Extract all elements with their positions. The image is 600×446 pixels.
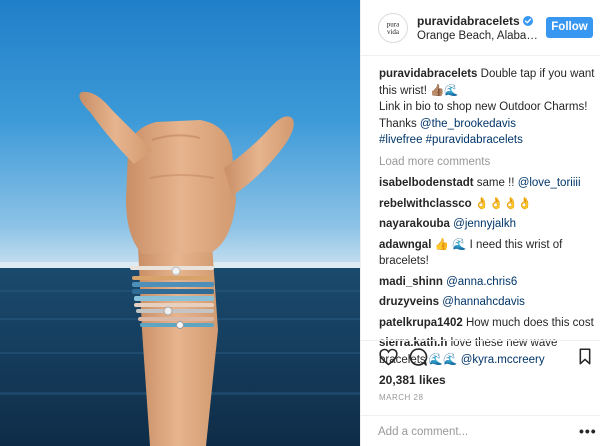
comment-mention[interactable]: @jennyjalkh bbox=[453, 218, 516, 230]
caption-username[interactable]: puravidabracelets bbox=[379, 68, 477, 80]
caption-hashtags[interactable]: #livefree #puravidabracelets bbox=[379, 134, 523, 146]
brand-logo-icon: pura vida bbox=[380, 15, 406, 41]
photo-hand-shaka-bracelets bbox=[0, 0, 360, 446]
post-actions: 20,381 likes MARCH 28 ••• bbox=[361, 340, 600, 446]
comment-text: How much does this cost bbox=[462, 316, 594, 329]
post-photo[interactable] bbox=[0, 0, 360, 446]
comment-item: patelkrupa1402 How much does this cost bbox=[379, 315, 595, 332]
username-link[interactable]: puravidabracelets bbox=[417, 14, 533, 28]
comment-username[interactable]: druzyveins bbox=[379, 296, 439, 308]
load-more-comments-button[interactable]: Load more comments bbox=[379, 154, 595, 171]
more-dots-icon[interactable]: ••• bbox=[579, 423, 597, 439]
caption-line3-prefix: Thanks bbox=[379, 117, 420, 130]
comment-bubble-icon[interactable] bbox=[408, 347, 428, 367]
comment-item: druzyveins @hannahcdavis bbox=[379, 294, 595, 311]
comment-username[interactable]: rebelwithclassco bbox=[379, 198, 472, 210]
heart-icon[interactable] bbox=[379, 348, 398, 366]
comment-username[interactable]: isabelbodenstadt bbox=[379, 177, 474, 189]
caption: puravidabracelets Double tap if you want… bbox=[379, 66, 595, 149]
comment-username[interactable]: patelkrupa1402 bbox=[379, 317, 463, 329]
instagram-post: pura vida puravidabracelets Orange Beach… bbox=[0, 0, 600, 446]
add-comment-row: ••• bbox=[361, 415, 600, 446]
comment-username[interactable]: madi_shinn bbox=[379, 276, 443, 288]
comment-item: nayarakouba @jennyjalkh bbox=[379, 216, 595, 233]
likes-count[interactable]: 20,381 likes bbox=[379, 373, 446, 387]
comment-mention[interactable]: @anna.chris6 bbox=[446, 276, 517, 288]
comment-item: madi_shinn @anna.chris6 bbox=[379, 274, 595, 291]
follow-button[interactable]: Follow bbox=[546, 17, 593, 38]
comment-item: rebelwithclassco 👌👌👌👌 bbox=[379, 196, 595, 213]
verified-badge-icon bbox=[522, 16, 533, 26]
comment-text: same !! bbox=[473, 177, 518, 189]
comment-username[interactable]: nayarakouba bbox=[379, 218, 450, 230]
post-header: pura vida puravidabracelets Orange Beach… bbox=[361, 0, 600, 56]
avatar-text-bottom: vida bbox=[387, 28, 400, 36]
comment-username[interactable]: adawngal bbox=[379, 239, 431, 251]
comment-item: isabelbodenstadt same !! @love_toriiii bbox=[379, 175, 595, 192]
comments-section: puravidabracelets Double tap if you want… bbox=[379, 66, 595, 372]
avatar[interactable]: pura vida bbox=[378, 13, 408, 43]
add-comment-input[interactable] bbox=[378, 423, 558, 441]
location-link[interactable]: Orange Beach, Alabama bbox=[417, 30, 539, 42]
caption-line2: Link in bio to shop new Outdoor Charms! bbox=[379, 101, 588, 113]
post-side-panel: pura vida puravidabracelets Orange Beach… bbox=[360, 0, 600, 446]
comment-item: adawngal 👍 🌊 I need this wrist of bracel… bbox=[379, 237, 595, 270]
post-date: MARCH 28 bbox=[379, 393, 424, 402]
username-text: puravidabracelets bbox=[417, 14, 520, 28]
caption-mention[interactable]: @the_brookedavis bbox=[420, 118, 516, 130]
comment-text: 👌👌👌👌 bbox=[471, 197, 533, 210]
comment-mention[interactable]: @love_toriiii bbox=[518, 177, 581, 189]
bookmark-icon[interactable] bbox=[579, 348, 591, 365]
comment-mention[interactable]: @hannahcdavis bbox=[442, 296, 525, 308]
